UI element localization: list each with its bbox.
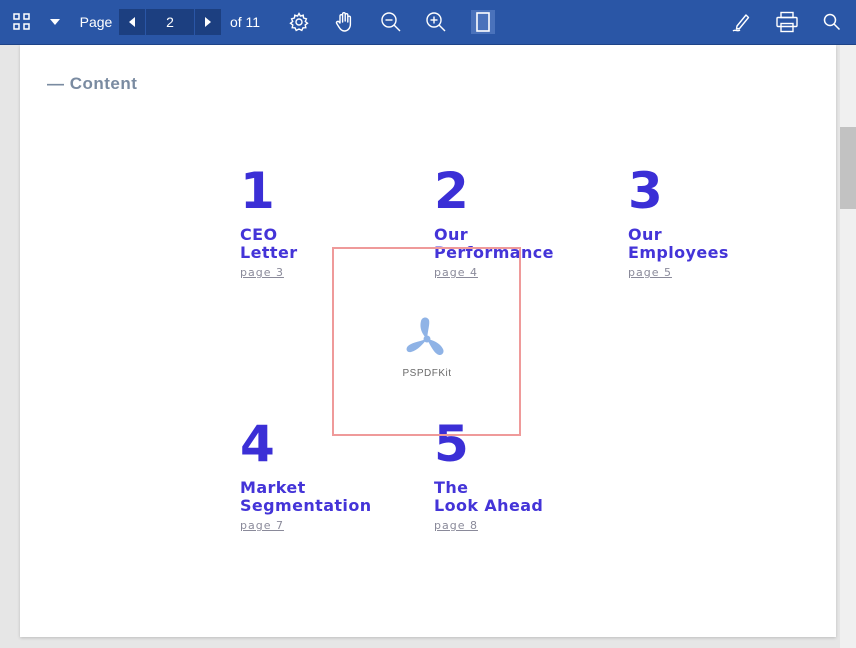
toc-title-line: Segmentation xyxy=(240,496,372,515)
toc-page-link[interactable]: page 8 xyxy=(434,519,478,532)
hand-icon[interactable] xyxy=(331,0,359,44)
toc-item-our-employees: 3 Our Employees page 5 xyxy=(628,165,818,281)
toc-title-line: Our xyxy=(628,225,663,244)
scrollbar-thumb[interactable] xyxy=(840,127,856,209)
fit-page-icon[interactable] xyxy=(469,0,497,44)
search-icon[interactable] xyxy=(820,0,844,44)
printer-icon[interactable] xyxy=(772,0,802,44)
toc-number: 1 xyxy=(240,162,275,220)
page-number-input[interactable] xyxy=(145,9,195,35)
toc-page-link[interactable]: page 7 xyxy=(240,519,284,532)
page-total: of 11 xyxy=(229,14,261,30)
toc-number: 3 xyxy=(628,162,663,220)
zoom-out-icon[interactable] xyxy=(377,0,405,44)
caret-down-icon[interactable] xyxy=(44,0,66,44)
page-navigator xyxy=(119,9,221,35)
toc-title-line: Look Ahead xyxy=(434,496,544,515)
toc-title-line: Market xyxy=(240,478,306,497)
pspdfkit-logo: PSPDFKit xyxy=(392,315,462,379)
watermark-text: PSPDFKit xyxy=(402,368,452,379)
content-heading: — Content xyxy=(47,74,138,93)
triangle-right-icon xyxy=(205,17,211,27)
toolbar: Page of 11 xyxy=(0,0,856,44)
document-viewport[interactable]: — Content 1 CEO Letter page 3 2 Our Perf… xyxy=(0,45,856,648)
zoom-in-icon[interactable] xyxy=(422,0,450,44)
pen-icon[interactable] xyxy=(728,0,754,44)
toc-number: 2 xyxy=(434,162,469,220)
page-label: Page xyxy=(79,14,113,30)
triangle-left-icon xyxy=(129,17,135,27)
toc-title-line: Employees xyxy=(628,243,729,262)
toc-page-link[interactable]: page 3 xyxy=(240,266,284,279)
document-page[interactable]: — Content 1 CEO Letter page 3 2 Our Perf… xyxy=(20,45,836,637)
toc-title: Our Employees xyxy=(628,226,818,262)
grid-icon[interactable] xyxy=(8,0,36,44)
propeller-logo-icon xyxy=(406,317,444,356)
gear-icon[interactable] xyxy=(286,0,312,44)
previous-page-button[interactable] xyxy=(119,9,145,35)
toc-title-line: The xyxy=(434,478,469,497)
toc-title: Market Segmentation xyxy=(240,479,430,515)
toc-title: The Look Ahead xyxy=(434,479,624,515)
toc-title-line: Our xyxy=(434,225,469,244)
toc-title-line: CEO xyxy=(240,225,278,244)
next-page-button[interactable] xyxy=(195,9,221,35)
toc-page-link[interactable]: page 5 xyxy=(628,266,672,279)
